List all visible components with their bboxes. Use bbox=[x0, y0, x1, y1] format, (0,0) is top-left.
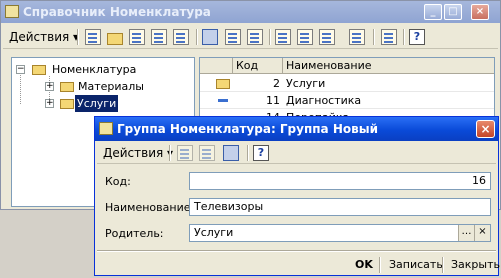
tree-item-materials[interactable]: + Материалы bbox=[12, 78, 194, 95]
code-label: Код: bbox=[105, 175, 131, 188]
maximize-icon[interactable]: □ bbox=[444, 4, 462, 20]
tree-item-label: Материалы bbox=[78, 80, 144, 93]
code-field[interactable]: 16 bbox=[189, 172, 491, 190]
row-name: Услуги bbox=[286, 77, 326, 90]
row-code: 2 bbox=[273, 77, 280, 90]
name-label: Наименование: bbox=[105, 201, 195, 214]
name-value: Телевизоры bbox=[194, 200, 264, 213]
close-icon[interactable]: × bbox=[471, 4, 489, 20]
actions-menu-label: Действия bbox=[9, 30, 70, 44]
tree-root[interactable]: − Номенклатура bbox=[12, 61, 194, 78]
minimize-icon[interactable]: _ bbox=[424, 4, 442, 20]
group-dialog-title: Группа Номенклатура: Группа Новый bbox=[117, 122, 378, 136]
tree-root-label: Номенклатура bbox=[52, 63, 137, 76]
column-header-code[interactable]: Код bbox=[233, 58, 283, 74]
dialog-toolbar: Действия ▾ ? bbox=[97, 142, 496, 164]
table-row[interactable]: 11 Диагностика bbox=[200, 92, 494, 109]
filter-value-icon[interactable] bbox=[297, 29, 313, 45]
tree-item-services[interactable]: + Услуги bbox=[12, 95, 194, 112]
expand-icon[interactable]: + bbox=[45, 82, 54, 91]
divider bbox=[97, 250, 496, 251]
close-button[interactable]: Закрыть bbox=[446, 256, 501, 274]
toolbar-separator bbox=[196, 29, 197, 45]
filter-menu-icon[interactable] bbox=[319, 29, 335, 45]
element-icon bbox=[218, 99, 228, 102]
delete-element-icon[interactable] bbox=[173, 29, 189, 45]
folder-icon bbox=[32, 65, 46, 75]
button-separator bbox=[379, 257, 380, 273]
tree-item-label: Услуги bbox=[75, 95, 119, 112]
toolbar-separator bbox=[169, 145, 170, 161]
help-icon[interactable]: ? bbox=[409, 29, 425, 45]
level-down-icon[interactable] bbox=[225, 29, 241, 45]
post-icon[interactable] bbox=[199, 145, 215, 161]
catalog-window-title-bar[interactable]: Справочник Номенклатура _ □ × bbox=[1, 1, 500, 23]
button-separator bbox=[442, 257, 443, 273]
catalog-window-title: Справочник Номенклатура bbox=[23, 5, 211, 19]
help-icon[interactable]: ? bbox=[253, 145, 269, 161]
save-button[interactable]: Записать bbox=[384, 256, 448, 274]
add-element-icon[interactable] bbox=[85, 29, 101, 45]
toolbar-separator bbox=[77, 29, 78, 45]
parent-value: Услуги bbox=[194, 226, 234, 239]
folder-icon bbox=[216, 79, 230, 89]
row-name: Диагностика bbox=[286, 94, 362, 107]
folder-icon bbox=[60, 99, 74, 109]
dialog-actions-label: Действия bbox=[103, 146, 164, 160]
copy-element-icon[interactable] bbox=[129, 29, 145, 45]
clear-filter-icon[interactable] bbox=[349, 29, 365, 45]
toolbar-separator bbox=[403, 29, 404, 45]
row-code: 11 bbox=[266, 94, 280, 107]
app-icon bbox=[99, 122, 113, 135]
select-icon[interactable]: … bbox=[458, 225, 474, 241]
hierarchy-icon[interactable] bbox=[202, 29, 218, 45]
edit-element-icon[interactable] bbox=[151, 29, 167, 45]
column-header-name[interactable]: Наименование bbox=[283, 58, 494, 74]
move-icon[interactable] bbox=[177, 145, 193, 161]
dialog-actions-menu[interactable]: Действия ▾ bbox=[103, 146, 173, 160]
level-up-icon[interactable] bbox=[247, 29, 263, 45]
column-header-icon[interactable] bbox=[200, 58, 233, 74]
folder-icon bbox=[60, 82, 74, 92]
table-row[interactable]: 2 Услуги bbox=[200, 75, 494, 92]
catalog-toolbar: Действия ▾ ? bbox=[3, 25, 498, 49]
parent-field[interactable]: Услуги … × bbox=[189, 224, 491, 242]
filter-icon[interactable] bbox=[275, 29, 291, 45]
group-dialog: Группа Номенклатура: Группа Новый × Дейс… bbox=[94, 116, 501, 276]
close-icon[interactable]: × bbox=[476, 120, 495, 138]
expand-icon[interactable]: + bbox=[45, 99, 54, 108]
refresh-icon[interactable] bbox=[223, 145, 239, 161]
code-value: 16 bbox=[472, 174, 486, 187]
clear-icon[interactable]: × bbox=[474, 225, 490, 241]
name-field[interactable]: Телевизоры bbox=[189, 198, 491, 216]
collapse-icon[interactable]: − bbox=[16, 65, 25, 74]
actions-menu[interactable]: Действия ▾ bbox=[9, 30, 79, 44]
group-dialog-title-bar[interactable]: Группа Номенклатура: Группа Новый × bbox=[95, 117, 498, 141]
toolbar-separator bbox=[269, 29, 270, 45]
parent-label: Родитель: bbox=[105, 227, 164, 240]
refresh-icon[interactable] bbox=[381, 29, 397, 45]
toolbar-separator bbox=[373, 29, 374, 45]
ok-button[interactable]: OK bbox=[350, 256, 378, 274]
toolbar-separator bbox=[247, 145, 248, 161]
app-icon bbox=[5, 5, 19, 18]
add-folder-icon[interactable] bbox=[107, 33, 123, 45]
